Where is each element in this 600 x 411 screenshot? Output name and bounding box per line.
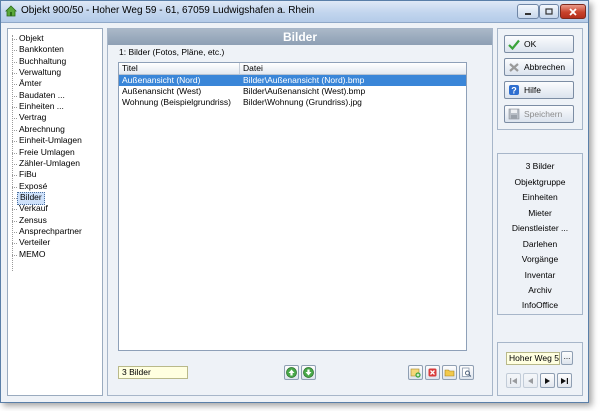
folder-icon — [444, 369, 455, 377]
nav-item[interactable]: Einheit-Umlagen — [17, 135, 84, 146]
content-panel: Bilder 1: Bilder (Fotos, Pläne, etc.) Ti… — [107, 28, 493, 396]
floppy-disk-icon — [508, 108, 520, 120]
next-record-icon — [545, 377, 550, 384]
nav-item[interactable]: Objekt — [17, 33, 46, 44]
close-button[interactable] — [560, 4, 586, 19]
nav-item[interactable]: Exposé — [17, 181, 49, 192]
link-infooffice[interactable]: InfoOffice — [498, 299, 582, 311]
link-archive[interactable]: Archiv — [498, 284, 582, 296]
cancel-button[interactable]: Abbrechen — [504, 58, 574, 76]
page-title: Bilder — [108, 29, 492, 45]
action-panel: OK Abbrechen ? Hilfe Speichern — [497, 28, 583, 130]
title-bar[interactable]: Objekt 900/50 - Hoher Weg 59 - 61, 67059… — [1, 1, 588, 23]
browse-address-button[interactable]: ... — [561, 351, 573, 365]
cell-file: Bilder\Außenansicht (Nord).bmp — [243, 75, 365, 85]
last-record-button[interactable] — [557, 373, 572, 388]
related-links-panel: 3 Bilder Objektgruppe Einheiten Mieter D… — [497, 153, 583, 315]
link-service-providers[interactable]: Dienstleister ... — [498, 222, 582, 234]
cancel-icon — [509, 62, 519, 72]
cell-title: Außenansicht (Nord) — [122, 75, 201, 85]
minimize-button[interactable] — [517, 4, 539, 19]
link-object-group[interactable]: Objektgruppe — [498, 176, 582, 188]
nav-item[interactable]: Baudaten ... — [17, 90, 67, 101]
next-record-button[interactable] — [540, 373, 555, 388]
ok-label: OK — [524, 39, 537, 49]
nav-item[interactable]: MEMO — [17, 249, 47, 260]
help-label: Hilfe — [524, 85, 542, 95]
preview-button[interactable] — [459, 365, 474, 380]
nav-item[interactable]: Zähler-Umlagen — [17, 158, 82, 169]
minimize-icon — [525, 12, 531, 15]
image-count-field: 3 Bilder — [118, 366, 188, 379]
nav-item[interactable]: Ämter — [17, 78, 44, 89]
address-field[interactable]: Hoher Weg 59 — [506, 352, 560, 365]
cell-file: Bilder\Wohnung (Grundriss).jpg — [243, 97, 362, 107]
images-table[interactable]: Titel Datei Außenansicht (Nord) Bilder\A… — [118, 62, 467, 351]
magnifier-icon — [462, 367, 472, 377]
add-icon — [410, 368, 421, 378]
move-up-button[interactable] — [284, 365, 299, 380]
column-header-file[interactable]: Datei — [240, 63, 466, 74]
close-icon — [569, 7, 577, 16]
nav-item[interactable]: Bankkonten — [17, 44, 66, 55]
table-row[interactable]: Wohnung (Beispielgrundriss) Bilder\Wohnu… — [119, 97, 466, 108]
ok-button[interactable]: OK — [504, 35, 574, 53]
cell-file: Bilder\Außenansicht (West).bmp — [243, 86, 366, 96]
link-images[interactable]: 3 Bilder — [498, 160, 582, 172]
table-header: Titel Datei — [119, 63, 466, 75]
first-record-icon — [510, 377, 517, 384]
nav-item[interactable]: Abrechnung — [17, 124, 67, 135]
arrow-down-icon — [303, 367, 314, 378]
cell-title: Außenansicht (West) — [122, 86, 202, 96]
navigation-tree: Objekt Bankkonten Buchhaltung Verwaltung Ämt… — [7, 28, 103, 396]
nav-item[interactable]: Ansprechpartner — [17, 226, 84, 237]
link-tenants[interactable]: Mieter — [498, 207, 582, 219]
link-units[interactable]: Einheiten — [498, 191, 582, 203]
save-button[interactable]: Speichern — [504, 105, 574, 123]
cell-title: Wohnung (Beispielgrundriss) — [122, 97, 231, 107]
previous-record-button[interactable] — [523, 373, 538, 388]
nav-item[interactable]: Zensus — [17, 215, 49, 226]
table-row[interactable]: Außenansicht (West) Bilder\Außenansicht … — [119, 86, 466, 97]
open-folder-button[interactable] — [442, 365, 457, 380]
checkmark-icon — [508, 39, 520, 50]
help-icon: ? — [509, 85, 519, 95]
table-row[interactable]: Außenansicht (Nord) Bilder\Außenansicht … — [119, 75, 466, 86]
move-down-button[interactable] — [301, 365, 316, 380]
nav-item[interactable]: Buchhaltung — [17, 56, 68, 67]
previous-record-icon — [528, 377, 533, 384]
link-processes[interactable]: Vorgänge — [498, 253, 582, 265]
column-header-title[interactable]: Titel — [119, 63, 240, 74]
save-label: Speichern — [524, 109, 563, 119]
help-button[interactable]: ? Hilfe — [504, 81, 574, 99]
maximize-button[interactable] — [539, 4, 559, 19]
nav-item[interactable]: Verteiler — [17, 237, 52, 248]
nav-item[interactable]: FiBu — [17, 169, 38, 180]
delete-icon — [428, 368, 437, 377]
nav-item[interactable]: Einheiten ... — [17, 101, 66, 112]
maximize-icon — [545, 8, 553, 15]
svg-text:?: ? — [511, 85, 517, 95]
last-record-icon — [561, 377, 568, 384]
arrow-up-icon — [286, 367, 297, 378]
section-label: 1: Bilder (Fotos, Pläne, etc.) — [119, 47, 225, 57]
cancel-label: Abbrechen — [524, 62, 566, 72]
nav-item[interactable]: Vertrag — [17, 112, 48, 123]
window-title: Objekt 900/50 - Hoher Weg 59 - 61, 67059… — [21, 5, 315, 16]
record-navigator: Hoher Weg 59 ... — [497, 342, 583, 396]
first-record-button[interactable] — [506, 373, 521, 388]
link-loans[interactable]: Darlehen — [498, 238, 582, 250]
nav-item[interactable]: Verkauf — [17, 203, 50, 214]
delete-image-button[interactable] — [425, 365, 440, 380]
nav-item[interactable]: Freie Umlagen — [17, 147, 77, 158]
add-image-button[interactable] — [408, 365, 423, 380]
nav-item[interactable]: Verwaltung — [17, 67, 63, 78]
link-inventory[interactable]: Inventar — [498, 269, 582, 281]
house-icon — [5, 5, 17, 17]
main-window: Objekt 900/50 - Hoher Weg 59 - 61, 67059… — [0, 0, 589, 403]
